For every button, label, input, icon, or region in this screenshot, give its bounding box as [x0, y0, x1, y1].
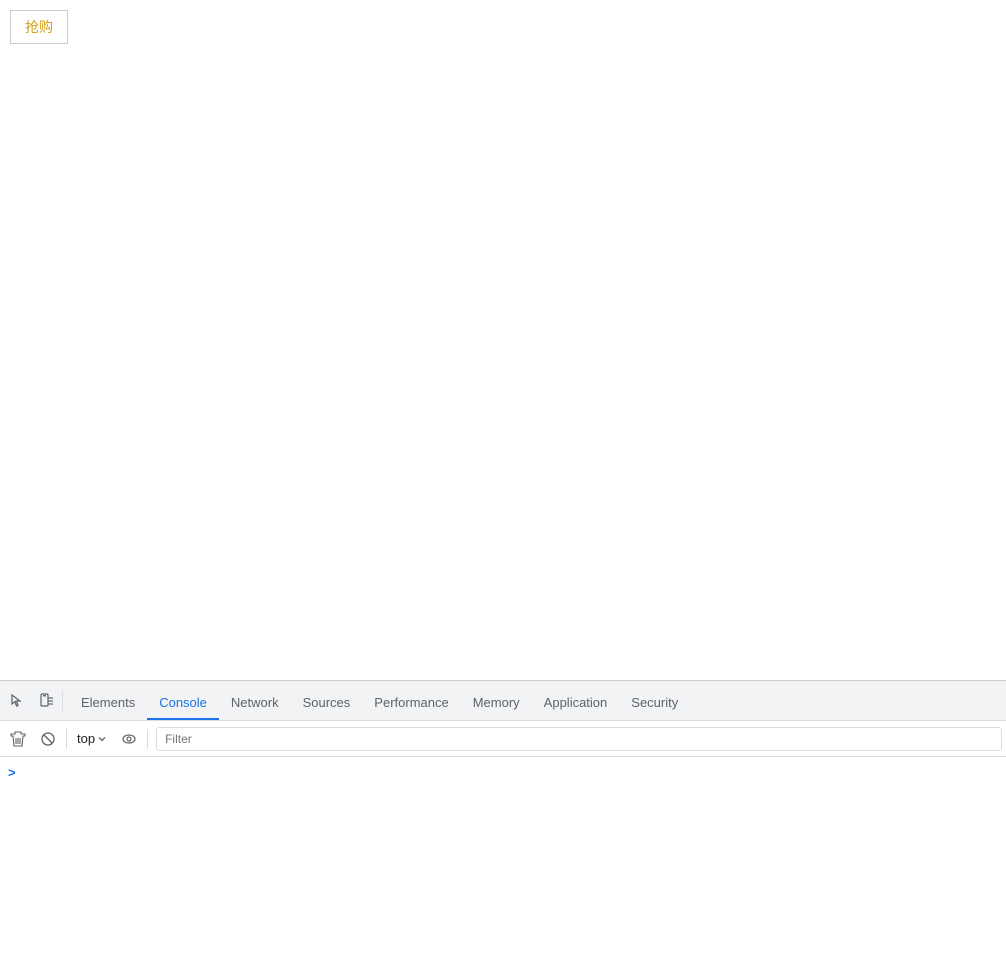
filter-input[interactable]: [156, 727, 1002, 751]
tab-application[interactable]: Application: [532, 686, 620, 720]
console-toolbar: top: [0, 721, 1006, 757]
filter-separator: [147, 729, 148, 749]
page-content: 抢购: [0, 0, 1006, 680]
eye-icon: [121, 731, 137, 747]
context-selector[interactable]: top: [71, 727, 113, 751]
tab-console[interactable]: Console: [147, 686, 219, 720]
console-separator: [66, 729, 67, 749]
toolbar-separator: [62, 691, 63, 711]
tab-elements[interactable]: Elements: [69, 686, 147, 720]
device-toolbar-button[interactable]: [32, 687, 60, 715]
devtools-panel: Elements Console Network Sources Perform…: [0, 680, 1006, 980]
context-label: top: [77, 731, 95, 746]
inspect-element-icon: [10, 693, 26, 709]
block-icon: [40, 731, 56, 747]
chevron-down-icon: [97, 734, 107, 744]
tab-security[interactable]: Security: [619, 686, 690, 720]
devtools-tabs: Elements Console Network Sources Perform…: [65, 681, 1002, 720]
block-requests-button[interactable]: [34, 725, 62, 753]
clear-console-icon: [10, 731, 26, 747]
tab-performance[interactable]: Performance: [362, 686, 460, 720]
clear-console-button[interactable]: [4, 725, 32, 753]
live-expressions-button[interactable]: [115, 725, 143, 753]
inspect-element-button[interactable]: [4, 687, 32, 715]
devtools-tabbar: Elements Console Network Sources Perform…: [0, 681, 1006, 721]
tab-memory[interactable]: Memory: [461, 686, 532, 720]
console-caret: >: [8, 765, 16, 780]
console-content[interactable]: >: [0, 757, 1006, 980]
filter-input-wrapper: [156, 727, 1002, 751]
tab-network[interactable]: Network: [219, 686, 291, 720]
device-toolbar-icon: [38, 693, 54, 709]
tab-sources[interactable]: Sources: [291, 686, 363, 720]
buy-button[interactable]: 抢购: [10, 10, 68, 44]
console-prompt-line[interactable]: >: [8, 761, 998, 783]
